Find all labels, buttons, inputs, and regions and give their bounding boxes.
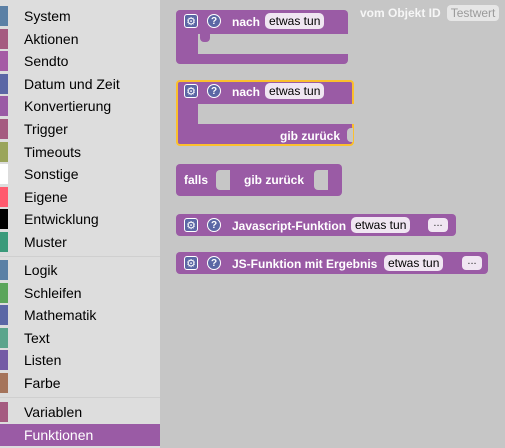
condition-socket[interactable] <box>216 170 230 190</box>
category-color-swatch <box>0 373 8 393</box>
category-datum-und-zeit[interactable]: Datum und Zeit <box>0 73 160 95</box>
category-label: Datum und Zeit <box>24 75 120 92</box>
category-color-swatch <box>0 282 8 303</box>
code-editor-button[interactable]: ... <box>462 256 482 270</box>
category-label: Konvertierung <box>24 98 112 115</box>
block-keyword: nach <box>232 15 261 29</box>
category-label: Schleifen <box>24 284 82 301</box>
category-listen[interactable]: Listen <box>0 349 160 371</box>
category-label: System <box>24 8 71 24</box>
toolbox: System Aktionen Sendto Datum und Zeit Konver… <box>0 0 160 448</box>
category-label: Farbe <box>24 375 61 391</box>
block-label: JS-Funktion mit Ergebnis <box>232 257 378 271</box>
return-label: gib zurück <box>280 129 341 143</box>
category-entwicklung[interactable]: Entwicklung <box>0 208 160 230</box>
help-icon[interactable]: ? <box>207 256 221 270</box>
ghost-block-text: vom Objekt ID <box>360 6 441 20</box>
category-label: Variablen <box>24 404 83 420</box>
category-label: Muster <box>24 234 67 250</box>
toolbox-separator <box>0 256 160 257</box>
category-variablen[interactable]: Variablen <box>0 401 160 423</box>
category-aktionen[interactable]: Aktionen <box>0 28 160 50</box>
category-sendto[interactable]: Sendto <box>0 50 160 72</box>
category-color-swatch <box>0 350 8 371</box>
settings-gear-icon[interactable]: ⚙ <box>184 14 198 28</box>
category-label: Sendto <box>24 53 69 70</box>
return-label: gib zurück <box>244 173 305 187</box>
block-keyword: nach <box>232 85 261 99</box>
category-label: Sonstige <box>24 166 79 183</box>
settings-gear-icon[interactable]: ⚙ <box>184 256 198 270</box>
category-label: Aktionen <box>24 30 79 47</box>
category-color-swatch <box>0 51 8 72</box>
category-funktionen[interactable]: Funktionen <box>0 423 160 446</box>
category-color-swatch <box>0 260 8 280</box>
category-color-swatch <box>0 327 8 348</box>
return-socket[interactable] <box>347 128 353 142</box>
category-trigger[interactable]: Trigger <box>0 118 160 140</box>
function-name-field[interactable]: etwas tun <box>351 217 411 233</box>
category-sonstige[interactable]: Sonstige <box>0 163 160 185</box>
category-color-swatch <box>0 119 8 139</box>
category-label: Timeouts <box>24 143 82 160</box>
ghost-block: vom Objekt ID Testwert <box>360 3 500 23</box>
category-color-swatch <box>0 6 8 26</box>
help-icon[interactable]: ? <box>207 84 221 98</box>
if-keyword: falls <box>184 173 209 187</box>
category-label: Mathematik <box>24 307 97 324</box>
help-icon[interactable]: ? <box>207 14 221 28</box>
toolbox-separator <box>0 397 160 398</box>
category-color-swatch <box>0 186 8 207</box>
category-label: Listen <box>24 352 62 369</box>
category-mathematik[interactable]: Mathematik <box>0 304 160 326</box>
category-color-swatch <box>0 73 8 94</box>
category-logik[interactable]: Logik <box>0 259 160 281</box>
category-label: Funktionen <box>24 426 94 443</box>
block-label: Javascript-Funktion <box>232 219 347 233</box>
category-farbe[interactable]: Farbe <box>0 372 160 394</box>
category-label: Eigene <box>24 188 68 205</box>
category-label: Entwicklung <box>24 211 99 228</box>
category-konvertierung[interactable]: Konvertierung <box>0 95 160 117</box>
category-color-swatch <box>0 305 8 326</box>
category-color-swatch <box>0 164 8 185</box>
category-color-swatch <box>0 424 8 445</box>
category-color-swatch <box>0 232 8 252</box>
category-text[interactable]: Text <box>0 327 160 349</box>
category-color-swatch <box>0 28 8 49</box>
settings-gear-icon[interactable]: ⚙ <box>184 84 198 98</box>
category-timeouts[interactable]: Timeouts <box>0 141 160 163</box>
category-muster[interactable]: Muster <box>0 231 160 253</box>
category-color-swatch <box>0 209 8 230</box>
settings-gear-icon[interactable]: ⚙ <box>184 218 198 232</box>
function-name-field[interactable]: etwas tun <box>384 255 444 271</box>
ghost-block-field: Testwert <box>446 5 500 21</box>
code-editor-button[interactable]: ... <box>428 218 448 232</box>
workspace[interactable]: vom Objekt ID Testwert ⚙ ? nach etwas tu… <box>160 0 505 448</box>
category-color-swatch <box>0 402 8 422</box>
category-label: Text <box>24 329 50 346</box>
function-name-field[interactable]: etwas tun <box>265 83 325 99</box>
category-color-swatch <box>0 96 8 117</box>
category-schleifen[interactable]: Schleifen <box>0 282 160 304</box>
help-icon[interactable]: ? <box>207 218 221 232</box>
category-system[interactable]: System <box>0 5 160 27</box>
category-color-swatch <box>0 141 8 162</box>
category-label: Logik <box>24 262 58 278</box>
value-socket[interactable] <box>314 170 328 190</box>
category-label: Trigger <box>24 121 68 137</box>
category-eigene[interactable]: Eigene <box>0 186 160 208</box>
function-name-field[interactable]: etwas tun <box>265 13 325 29</box>
